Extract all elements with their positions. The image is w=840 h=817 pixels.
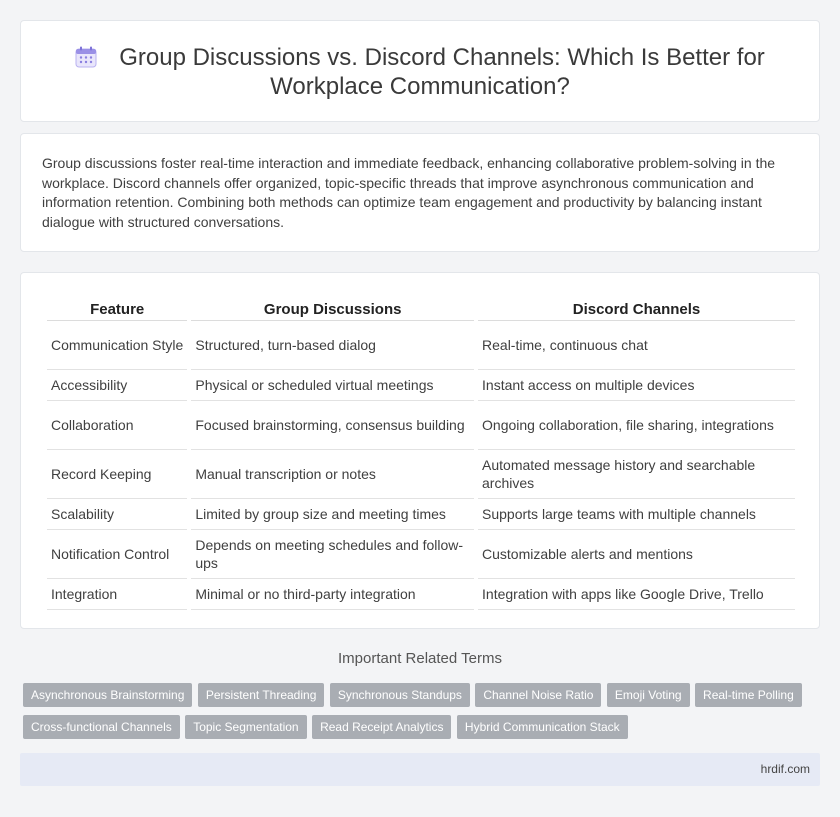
discord-cell: Instant access on multiple devices bbox=[478, 370, 795, 401]
page-title: Group Discussions vs. Discord Channels: … bbox=[21, 43, 819, 101]
table-row: Accessibility Physical or scheduled virt… bbox=[47, 370, 795, 401]
tag-topic-segmentation[interactable]: Topic Segmentation bbox=[185, 715, 307, 739]
page-title-text: Group Discussions vs. Discord Channels: … bbox=[119, 44, 765, 100]
tag-emoji-voting[interactable]: Emoji Voting bbox=[606, 683, 690, 707]
group-cell: Limited by group size and meeting times bbox=[191, 499, 475, 530]
table-row: Notification Control Depends on meeting … bbox=[47, 530, 795, 579]
tag-persistent-threading[interactable]: Persistent Threading bbox=[197, 683, 325, 707]
comparison-table: Feature Group Discussions Discord Channe… bbox=[43, 297, 799, 610]
table-row: Record Keeping Manual transcription or n… bbox=[47, 450, 795, 499]
feature-cell: Integration bbox=[47, 579, 188, 610]
calendar-icon bbox=[75, 46, 97, 68]
footer: hrdif.com bbox=[20, 753, 820, 786]
feature-cell: Accessibility bbox=[47, 370, 188, 401]
feature-cell: Collaboration bbox=[47, 401, 188, 450]
table-row: Scalability Limited by group size and me… bbox=[47, 499, 795, 530]
group-cell: Physical or scheduled virtual meetings bbox=[191, 370, 475, 401]
header-group-discussions: Group Discussions bbox=[191, 297, 475, 321]
related-terms-title: Important Related Terms bbox=[338, 650, 502, 667]
feature-cell: Communication Style bbox=[47, 321, 188, 370]
intro-paragraph: Group discussions foster real-time inter… bbox=[42, 155, 776, 230]
footer-site-link[interactable]: hrdif.com bbox=[761, 762, 810, 776]
feature-cell: Notification Control bbox=[47, 530, 188, 579]
tag-asynchronous-brainstorming[interactable]: Asynchronous Brainstorming bbox=[23, 683, 193, 707]
tag-hybrid-communication-stack[interactable]: Hybrid Communication Stack bbox=[456, 715, 628, 739]
group-cell: Depends on meeting schedules and follow-… bbox=[191, 530, 475, 579]
tag-synchronous-standups[interactable]: Synchronous Standups bbox=[329, 683, 470, 707]
feature-cell: Scalability bbox=[47, 499, 188, 530]
discord-cell: Supports large teams with multiple chann… bbox=[478, 499, 795, 530]
group-cell: Minimal or no third-party integration bbox=[191, 579, 475, 610]
discord-cell: Real-time, continuous chat bbox=[478, 321, 795, 370]
discord-cell: Integration with apps like Google Drive,… bbox=[478, 579, 795, 610]
table-row: Integration Minimal or no third-party in… bbox=[47, 579, 795, 610]
discord-cell: Ongoing collaboration, file sharing, int… bbox=[478, 401, 795, 450]
intro-card: Group discussions foster real-time inter… bbox=[20, 133, 820, 252]
group-cell: Focused brainstorming, consensus buildin… bbox=[191, 401, 475, 450]
discord-cell: Automated message history and searchable… bbox=[478, 450, 795, 499]
tag-real-time-polling[interactable]: Real-time Polling bbox=[695, 683, 802, 707]
title-card: Group Discussions vs. Discord Channels: … bbox=[20, 20, 820, 122]
group-cell: Structured, turn-based dialog bbox=[191, 321, 475, 370]
table-row: Communication Style Structured, turn-bas… bbox=[47, 321, 795, 370]
comparison-card: Feature Group Discussions Discord Channe… bbox=[20, 272, 820, 629]
tag-cross-functional-channels[interactable]: Cross-functional Channels bbox=[23, 715, 180, 739]
tag-read-receipt-analytics[interactable]: Read Receipt Analytics bbox=[312, 715, 452, 739]
related-terms-tags: Asynchronous Brainstorming Persistent Th… bbox=[23, 683, 823, 747]
group-cell: Manual transcription or notes bbox=[191, 450, 475, 499]
table-row: Collaboration Focused brainstorming, con… bbox=[47, 401, 795, 450]
table-header-row: Feature Group Discussions Discord Channe… bbox=[47, 297, 795, 321]
tag-channel-noise-ratio[interactable]: Channel Noise Ratio bbox=[475, 683, 602, 707]
header-feature: Feature bbox=[47, 297, 188, 321]
header-discord-channels: Discord Channels bbox=[478, 297, 795, 321]
feature-cell: Record Keeping bbox=[47, 450, 188, 499]
discord-cell: Customizable alerts and mentions bbox=[478, 530, 795, 579]
